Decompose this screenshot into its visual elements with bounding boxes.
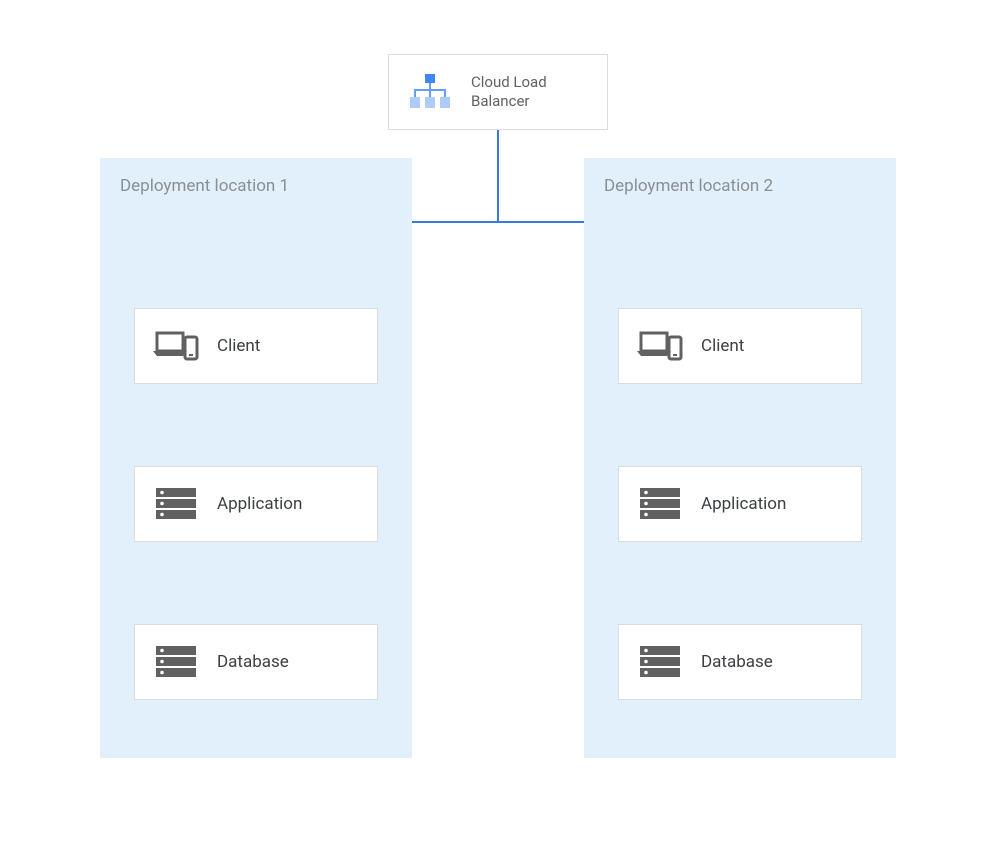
region-1-database-label: Database	[217, 652, 289, 672]
load-balancer-label: Cloud Load Balancer	[471, 73, 589, 112]
load-balancer-icon	[407, 72, 453, 112]
application-icon	[637, 484, 683, 524]
region-1-client-label: Client	[217, 336, 260, 356]
region-2-client-node: Client	[618, 308, 862, 384]
region-1-label: Deployment location 1	[120, 176, 392, 196]
region-2-client-label: Client	[701, 336, 744, 356]
region-2-database-node: Database	[618, 624, 862, 700]
database-icon	[153, 642, 199, 682]
region-1-database-node: Database	[134, 624, 378, 700]
application-icon	[153, 484, 199, 524]
client-icon	[153, 326, 199, 366]
load-balancer-node: Cloud Load Balancer	[388, 54, 608, 130]
region-2-database-label: Database	[701, 652, 773, 672]
database-icon	[637, 642, 683, 682]
region-2-label: Deployment location 2	[604, 176, 876, 196]
architecture-diagram: Cloud Load Balancer Deployment location …	[0, 0, 996, 856]
region-1-client-node: Client	[134, 308, 378, 384]
region-1-application-label: Application	[217, 494, 302, 514]
region-2-application-node: Application	[618, 466, 862, 542]
region-2-application-label: Application	[701, 494, 786, 514]
client-icon	[637, 326, 683, 366]
region-1-application-node: Application	[134, 466, 378, 542]
